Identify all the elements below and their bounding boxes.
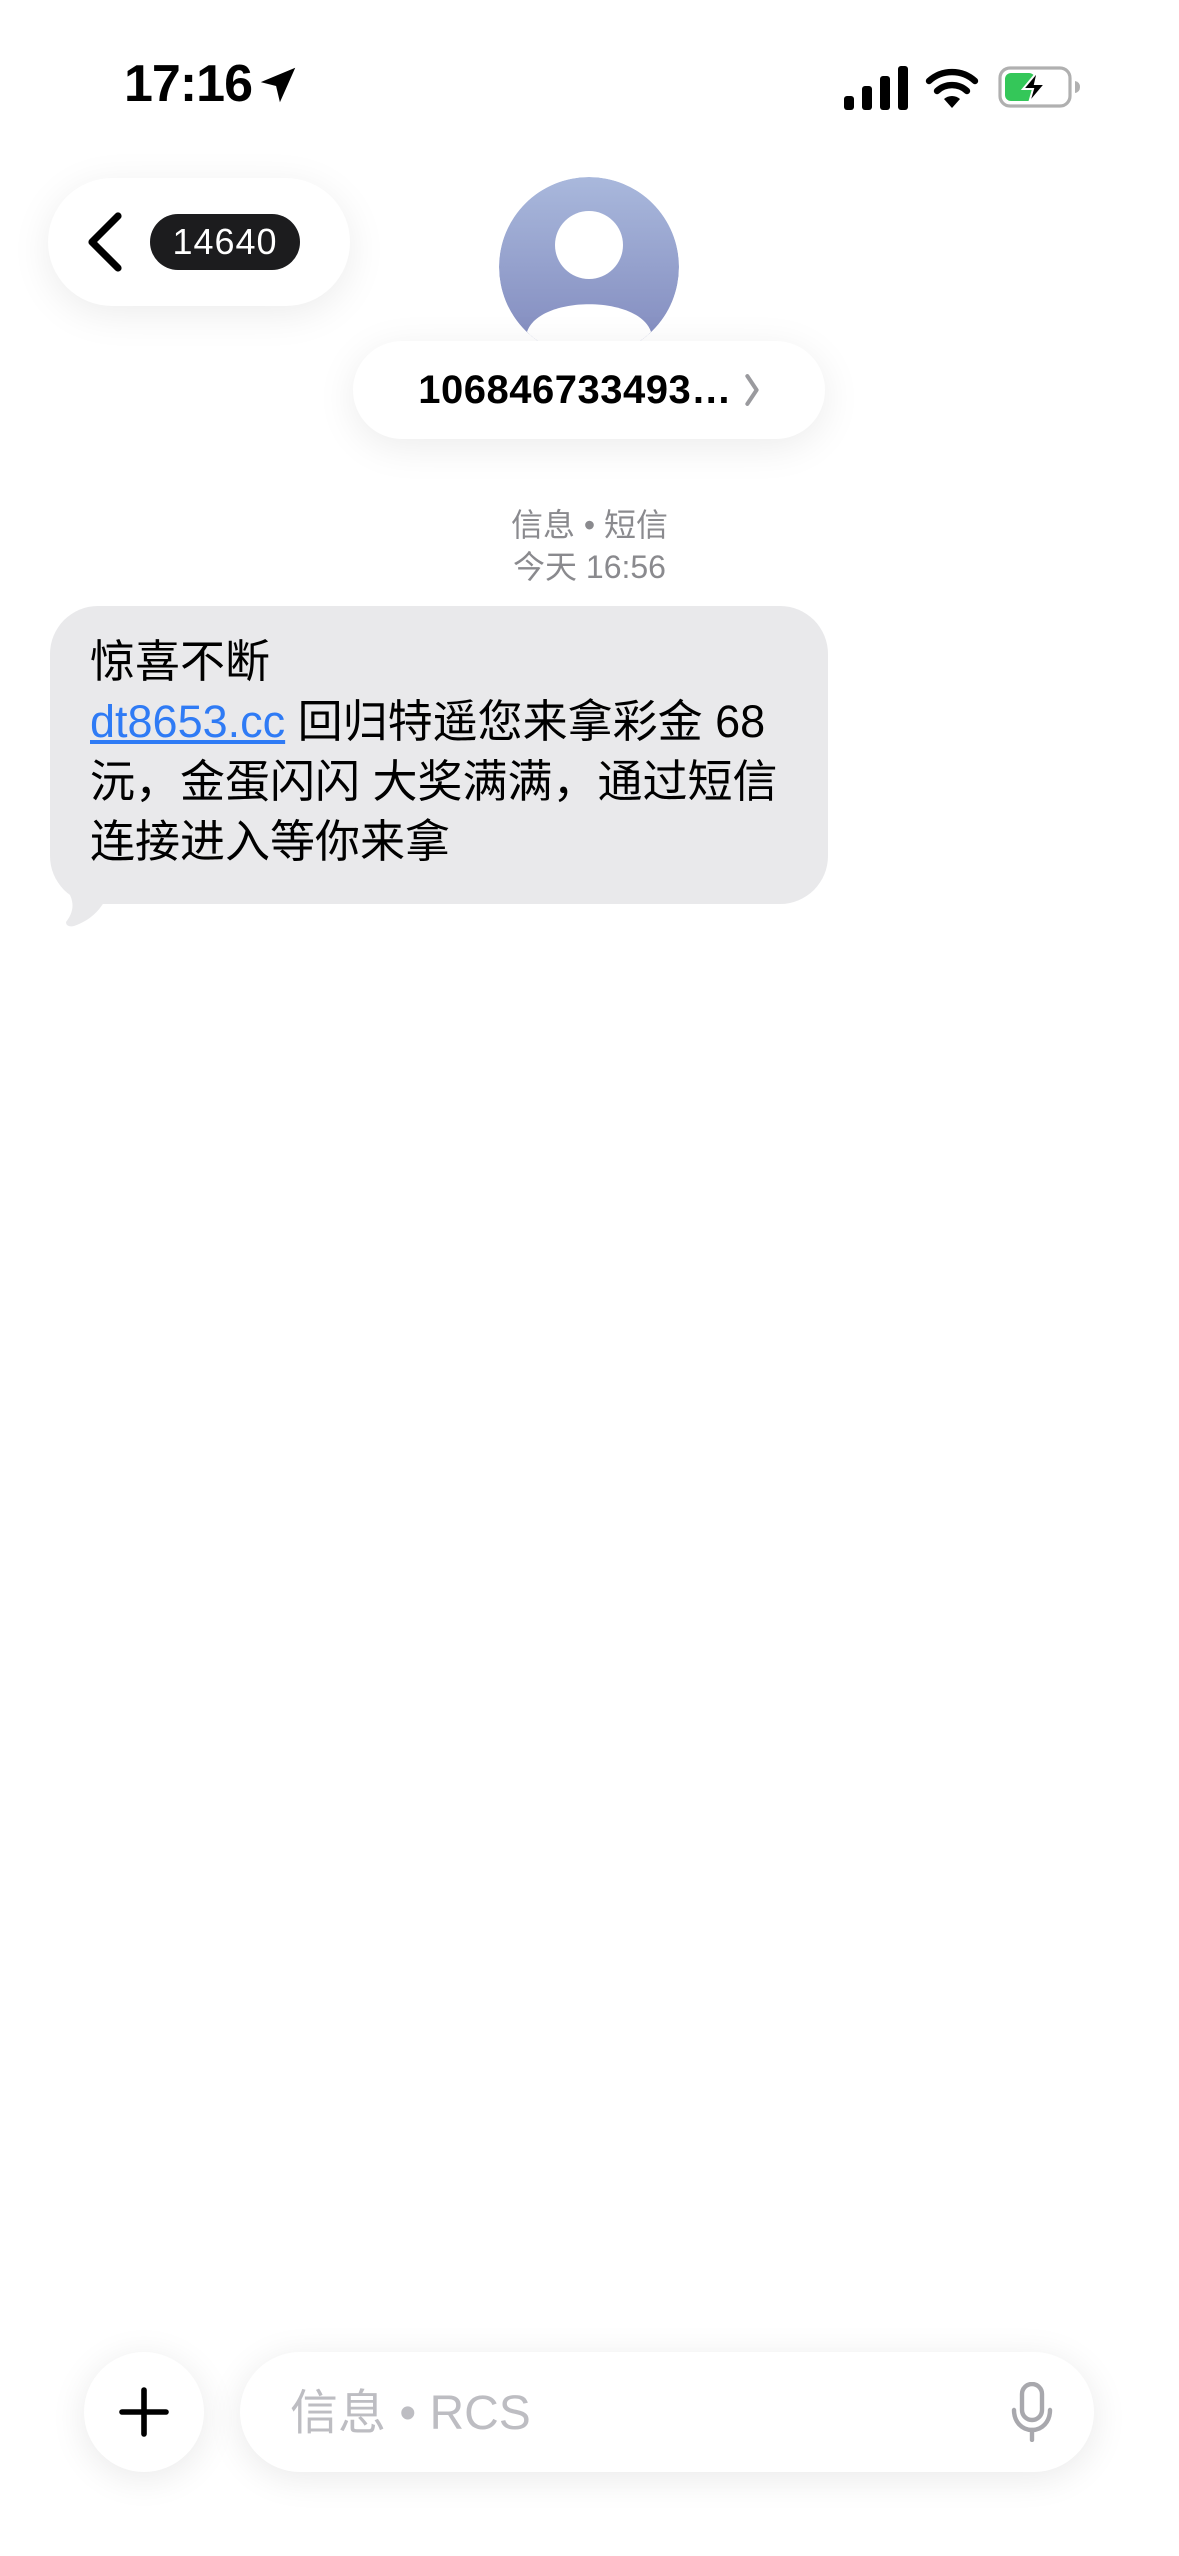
message-timestamp: 今天 16:56 xyxy=(513,549,666,585)
battery-charging-icon xyxy=(998,66,1080,108)
contact-details-button[interactable]: 106846733493… xyxy=(353,341,825,439)
chevron-right-icon xyxy=(745,374,759,406)
status-time: 17:16 xyxy=(124,55,253,113)
plus-icon xyxy=(119,2387,169,2437)
service-label: 信息 • 短信 xyxy=(511,507,668,543)
location-arrow-icon xyxy=(260,67,296,103)
message-input[interactable] xyxy=(288,2372,972,2454)
message-line-1: 惊喜不断 xyxy=(90,636,271,687)
microphone-icon[interactable] xyxy=(1010,2382,1054,2442)
unread-count-badge: 14640 xyxy=(150,214,300,270)
compose-field[interactable] xyxy=(240,2352,1094,2472)
status-bar: 17:16 xyxy=(0,0,1179,170)
contact-avatar[interactable] xyxy=(499,177,679,357)
message-text: 惊喜不断 dt8653.cc 回归特遥您来拿彩金 68 沅，金蛋闪闪 大奖满满，… xyxy=(90,632,800,872)
wifi-icon xyxy=(925,68,979,108)
person-silhouette-icon xyxy=(499,177,679,357)
back-button[interactable]: 14640 xyxy=(48,178,350,306)
chevron-left-icon xyxy=(88,212,122,272)
add-attachment-button[interactable] xyxy=(84,2352,204,2472)
cellular-signal-icon xyxy=(844,66,908,110)
message-bubble[interactable]: 惊喜不断 dt8653.cc 回归特遥您来拿彩金 68 沅，金蛋闪闪 大奖满满，… xyxy=(50,606,828,904)
message-link[interactable]: dt8653.cc xyxy=(90,696,285,747)
contact-name: 106846733493… xyxy=(418,367,732,412)
